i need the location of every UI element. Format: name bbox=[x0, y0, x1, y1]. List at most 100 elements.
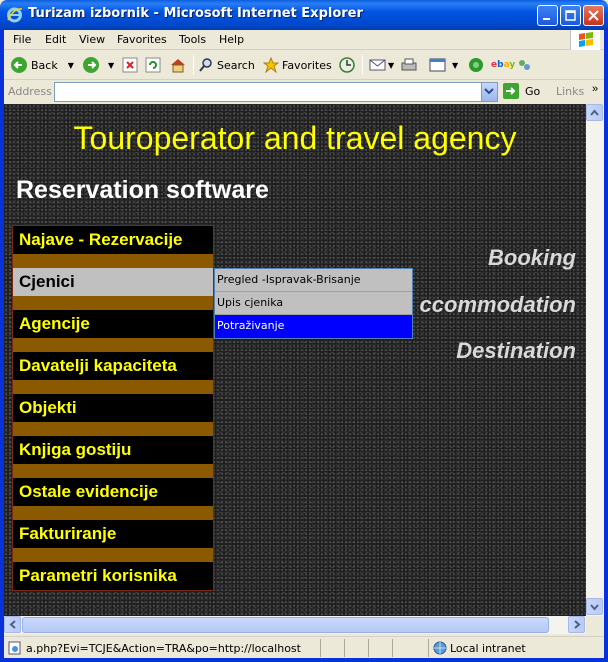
links-chevron-icon[interactable]: » bbox=[592, 83, 598, 95]
back-arrow-icon bbox=[11, 57, 27, 73]
forward-dropdown-icon[interactable]: ▼ bbox=[108, 61, 114, 70]
menu-view[interactable]: View bbox=[79, 33, 105, 46]
window-frame-bottom bbox=[0, 658, 608, 662]
window-title: Turizam izbornik - Microsoft Internet Ex… bbox=[28, 6, 363, 21]
nav-item-davatelji-kapaciteta[interactable]: Davatelji kapaciteta bbox=[13, 352, 213, 380]
address-dropdown-button[interactable] bbox=[481, 83, 497, 101]
mail-dropdown-icon[interactable]: ▼ bbox=[388, 61, 394, 70]
nav-item-cjenici[interactable]: Cjenici bbox=[13, 268, 213, 296]
ebay-button[interactable]: ebay bbox=[491, 54, 515, 76]
toolbar: Back ▼ ▼ Search Favorites ▼ ▼ ebay bbox=[4, 50, 604, 80]
status-divider bbox=[428, 639, 429, 657]
back-dropdown-icon[interactable]: ▼ bbox=[68, 61, 74, 70]
close-button[interactable] bbox=[583, 5, 604, 26]
page-icon bbox=[8, 641, 21, 655]
submenu-item-upis-cjenika[interactable]: Upis cjenika bbox=[215, 292, 412, 315]
go-button[interactable]: Go bbox=[502, 82, 540, 100]
scroll-left-button[interactable] bbox=[4, 616, 21, 633]
cjenici-submenu: Pregled -Ispravak-Brisanje Upis cjenika … bbox=[214, 268, 413, 339]
horizontal-scroll-thumb[interactable] bbox=[22, 617, 549, 633]
tagline-booking: Booking bbox=[488, 245, 576, 270]
messenger-icon bbox=[469, 58, 483, 72]
forward-button[interactable]: ▼ bbox=[82, 54, 114, 76]
print-button[interactable] bbox=[400, 54, 418, 76]
scroll-down-button[interactable] bbox=[586, 598, 603, 615]
arrow-left-icon bbox=[9, 620, 16, 629]
scroll-corner bbox=[586, 616, 604, 634]
nav-item-najave-rezervacije[interactable]: Najave - Rezervacije bbox=[13, 226, 213, 254]
mail-button[interactable]: ▼ bbox=[368, 54, 394, 76]
print-icon bbox=[401, 58, 417, 71]
go-arrow-icon bbox=[503, 83, 519, 99]
nav-item-fakturiranje[interactable]: Fakturiranje bbox=[13, 520, 213, 548]
close-icon bbox=[588, 10, 599, 21]
menu-help[interactable]: Help bbox=[219, 33, 244, 46]
home-button[interactable] bbox=[169, 54, 187, 76]
submenu-item-potrazivanje[interactable]: Potraživanje bbox=[215, 315, 412, 338]
stop-button[interactable] bbox=[122, 54, 138, 76]
security-zone: Local intranet bbox=[450, 642, 526, 655]
nav-item-agencije[interactable]: Agencije bbox=[13, 310, 213, 338]
nav-item-knjiga-gostiju[interactable]: Knjiga gostiju bbox=[13, 436, 213, 464]
edit-page-icon bbox=[429, 58, 446, 72]
history-button[interactable] bbox=[338, 54, 356, 76]
ebay-icon: ebay bbox=[491, 60, 516, 70]
scroll-up-button[interactable] bbox=[586, 104, 603, 121]
toolbar-separator bbox=[193, 55, 194, 75]
research-icon bbox=[519, 60, 530, 70]
star-icon bbox=[263, 57, 279, 73]
address-bar: Address Go Links » bbox=[4, 81, 604, 103]
history-icon bbox=[339, 57, 355, 73]
edit-button[interactable]: ▼ bbox=[428, 54, 458, 76]
window-frame-right bbox=[604, 30, 608, 662]
page-subheadline: Reservation software bbox=[16, 176, 269, 204]
minimize-icon bbox=[543, 18, 550, 20]
status-divider bbox=[344, 639, 345, 657]
horizontal-scrollbar[interactable] bbox=[4, 616, 586, 634]
menu-favorites[interactable]: Favorites bbox=[117, 33, 167, 46]
nav-item-objekti[interactable]: Objekti bbox=[13, 394, 213, 422]
arrow-down-icon bbox=[590, 604, 599, 611]
page-headline: Touroperator and travel agency bbox=[73, 120, 517, 156]
home-icon bbox=[171, 59, 185, 73]
search-icon bbox=[199, 58, 212, 72]
intranet-globe-icon bbox=[433, 641, 447, 655]
refresh-button[interactable] bbox=[145, 54, 161, 76]
submenu-item-pregled[interactable]: Pregled -Ispravak-Brisanje bbox=[215, 269, 412, 292]
forward-arrow-icon bbox=[83, 57, 99, 73]
tagline-accommodation: ccommodation bbox=[419, 292, 576, 317]
search-button[interactable]: Search bbox=[198, 54, 255, 76]
back-button[interactable]: Back ▼ bbox=[10, 54, 74, 76]
arrow-up-icon bbox=[590, 109, 599, 116]
main-nav: Najave - Rezervacije Cjenici Agencije Da… bbox=[12, 225, 214, 591]
nav-item-parametri-korisnika[interactable]: Parametri korisnika bbox=[13, 562, 213, 590]
mail-icon bbox=[369, 59, 386, 71]
refresh-icon bbox=[145, 57, 161, 73]
status-divider bbox=[392, 639, 393, 657]
maximize-icon bbox=[565, 10, 576, 21]
discuss-button[interactable] bbox=[467, 54, 485, 76]
menu-bar: File Edit View Favorites Tools Help bbox=[4, 30, 604, 50]
toolbar-separator bbox=[362, 55, 363, 75]
menu-edit[interactable]: Edit bbox=[45, 33, 66, 46]
edit-dropdown-icon[interactable]: ▼ bbox=[452, 61, 458, 70]
status-divider bbox=[368, 639, 369, 657]
menu-file[interactable]: File bbox=[13, 33, 31, 46]
scroll-right-button[interactable] bbox=[568, 616, 585, 633]
nav-item-ostale-evidencije[interactable]: Ostale evidencije bbox=[13, 478, 213, 506]
maximize-button[interactable] bbox=[560, 5, 581, 26]
links-button[interactable]: Links bbox=[556, 85, 584, 98]
vertical-scrollbar[interactable] bbox=[586, 104, 604, 616]
status-divider bbox=[320, 639, 321, 657]
favorites-button[interactable]: Favorites bbox=[263, 54, 332, 76]
title-bar: Turizam izbornik - Microsoft Internet Ex… bbox=[0, 0, 608, 30]
menu-tools[interactable]: Tools bbox=[179, 33, 206, 46]
minimize-button[interactable] bbox=[537, 5, 558, 26]
address-input[interactable] bbox=[54, 82, 498, 102]
windows-logo-icon bbox=[570, 30, 600, 50]
tagline-destination: Destination bbox=[456, 338, 576, 363]
status-bar: a.php?Evi=TCJE&Action=TRA&po=http://loca… bbox=[4, 636, 604, 658]
arrow-right-icon bbox=[574, 620, 581, 629]
research-button[interactable] bbox=[516, 54, 532, 76]
page-content: Touroperator and travel agency Reservati… bbox=[4, 104, 586, 616]
